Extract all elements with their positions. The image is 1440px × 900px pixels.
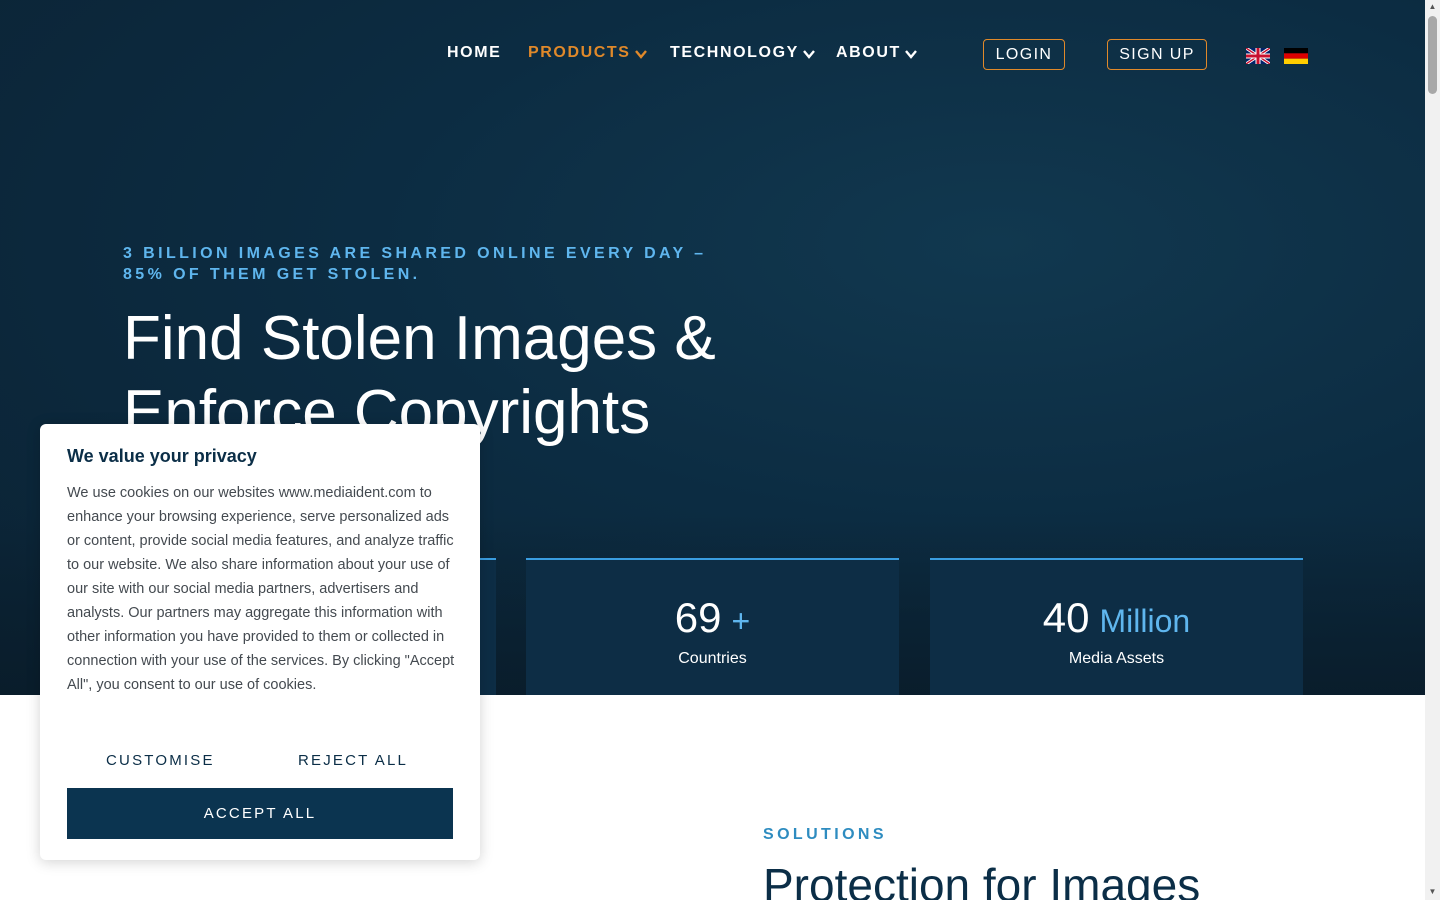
nav-home[interactable]: HOME xyxy=(447,44,501,62)
chevron-down-icon xyxy=(634,47,648,61)
stat-number-row: 69 + xyxy=(526,594,899,642)
nav-technology-label: TECHNOLOGY xyxy=(670,44,799,61)
page: HOME PRODUCTS TECHNOLOGY ABOUT LOGIN SIG… xyxy=(0,0,1425,900)
stat-label: Media Assets xyxy=(1068,650,1165,667)
nav-products[interactable]: PRODUCTS xyxy=(528,44,648,62)
reject-all-button[interactable]: REJECT ALL xyxy=(298,752,408,769)
hero-kicker: 3 BILLION IMAGES ARE SHARED ONLINE EVERY… xyxy=(123,245,707,283)
nav-home-label: HOME xyxy=(447,44,502,61)
solutions-kicker: SOLUTIONS xyxy=(763,826,887,843)
de-flag-icon[interactable] xyxy=(1284,48,1308,64)
signup-label: SIGN UP xyxy=(1119,45,1195,63)
stat-label: Countries xyxy=(678,650,747,667)
chevron-down-icon xyxy=(802,47,816,61)
cookie-text: We use cookies on our websites www.media… xyxy=(67,485,455,693)
signup-button[interactable]: SIGN UP xyxy=(1107,39,1207,70)
stat-suffix: + xyxy=(731,603,751,639)
nav-about[interactable]: ABOUT xyxy=(836,44,918,62)
scrollbar-thumb[interactable] xyxy=(1428,16,1437,94)
stat-number: 40 xyxy=(1042,594,1090,641)
chevron-down-icon xyxy=(904,47,918,61)
stat-card: 40 Million Media Assets xyxy=(930,558,1303,695)
cookie-consent-dialog: We value your privacy We use cookies on … xyxy=(40,424,480,860)
login-button[interactable]: LOGIN xyxy=(983,39,1065,70)
accept-all-button[interactable]: ACCEPT ALL xyxy=(67,788,453,839)
nav-technology[interactable]: TECHNOLOGY xyxy=(670,44,816,62)
stat-number-row: 40 Million xyxy=(930,594,1303,642)
accept-all-label: ACCEPT ALL xyxy=(203,805,317,822)
top-nav: HOME PRODUCTS TECHNOLOGY ABOUT LOGIN SIG… xyxy=(0,0,1425,110)
nav-products-label: PRODUCTS xyxy=(528,44,631,61)
login-label: LOGIN xyxy=(995,45,1053,63)
cookie-title: We value your privacy xyxy=(67,446,257,466)
nav-about-label: ABOUT xyxy=(836,44,901,61)
vertical-scrollbar[interactable]: ▲ ▼ xyxy=(1425,0,1440,900)
customise-button[interactable]: CUSTOMISE xyxy=(106,752,215,769)
stat-number: 69 xyxy=(674,594,722,641)
en-flag-icon[interactable] xyxy=(1246,48,1270,64)
solutions-title: Protection for Images xyxy=(763,859,1201,900)
stat-card: 69 + Countries xyxy=(526,558,899,695)
scroll-up-icon[interactable]: ▲ xyxy=(1428,2,1437,11)
stat-suffix: Million xyxy=(1099,603,1191,639)
scroll-down-icon[interactable]: ▼ xyxy=(1428,887,1437,896)
